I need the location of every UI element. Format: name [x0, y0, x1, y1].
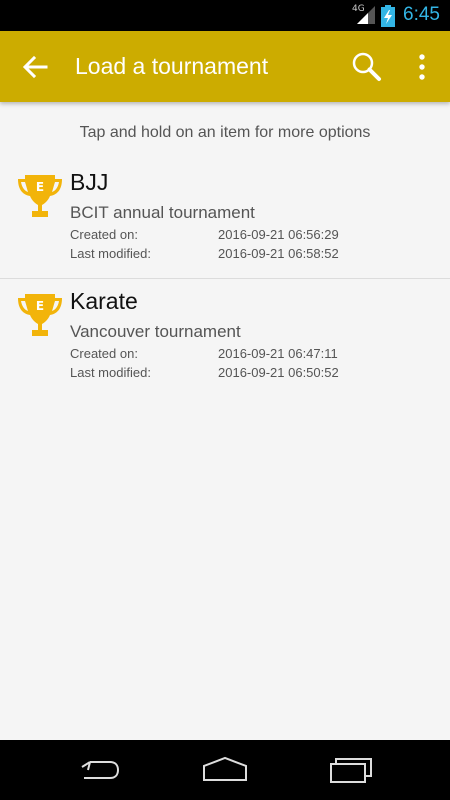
svg-text:E: E [36, 180, 44, 194]
overflow-menu-icon[interactable] [416, 53, 428, 81]
battery-charging-icon [381, 5, 395, 27]
nav-back-icon[interactable] [78, 754, 122, 786]
clock: 6:45 [403, 4, 440, 25]
nav-home-icon[interactable] [201, 754, 249, 786]
tournament-item-karate[interactable]: E Karate Vancouver tournament Created on… [0, 279, 450, 397]
status-bar: 4G 6:45 [0, 0, 450, 31]
signal-icon [357, 6, 375, 24]
tournament-list: E BJJ BCIT annual tournament Created on:… [0, 160, 450, 397]
nav-recents-icon[interactable] [329, 754, 375, 786]
app-bar: Load a tournament [0, 31, 450, 102]
created-label: Created on: [70, 346, 138, 361]
created-value: 2016-09-21 06:47:11 [218, 346, 338, 361]
svg-text:E: E [36, 299, 44, 313]
tournament-item-bjj[interactable]: E BJJ BCIT annual tournament Created on:… [0, 160, 450, 279]
modified-value: 2016-09-21 06:50:52 [218, 365, 339, 380]
page-title: Load a tournament [75, 53, 269, 79]
navigation-bar [0, 740, 450, 800]
tournament-description: BCIT annual tournament [70, 203, 255, 222]
created-label: Created on: [70, 227, 138, 242]
modified-label: Last modified: [70, 365, 151, 380]
hint-text: Tap and hold on an item for more options [79, 124, 371, 141]
tournament-name: Karate [70, 288, 138, 314]
trophy-icon: E [18, 294, 62, 336]
created-value: 2016-09-21 06:56:29 [218, 227, 339, 242]
trophy-icon: E [18, 175, 62, 217]
modified-value: 2016-09-21 06:58:52 [218, 246, 339, 261]
search-icon[interactable] [350, 51, 382, 83]
back-arrow-icon[interactable] [22, 55, 48, 79]
tournament-name: BJJ [70, 169, 109, 195]
tournament-description: Vancouver tournament [70, 322, 241, 341]
modified-label: Last modified: [70, 246, 151, 261]
